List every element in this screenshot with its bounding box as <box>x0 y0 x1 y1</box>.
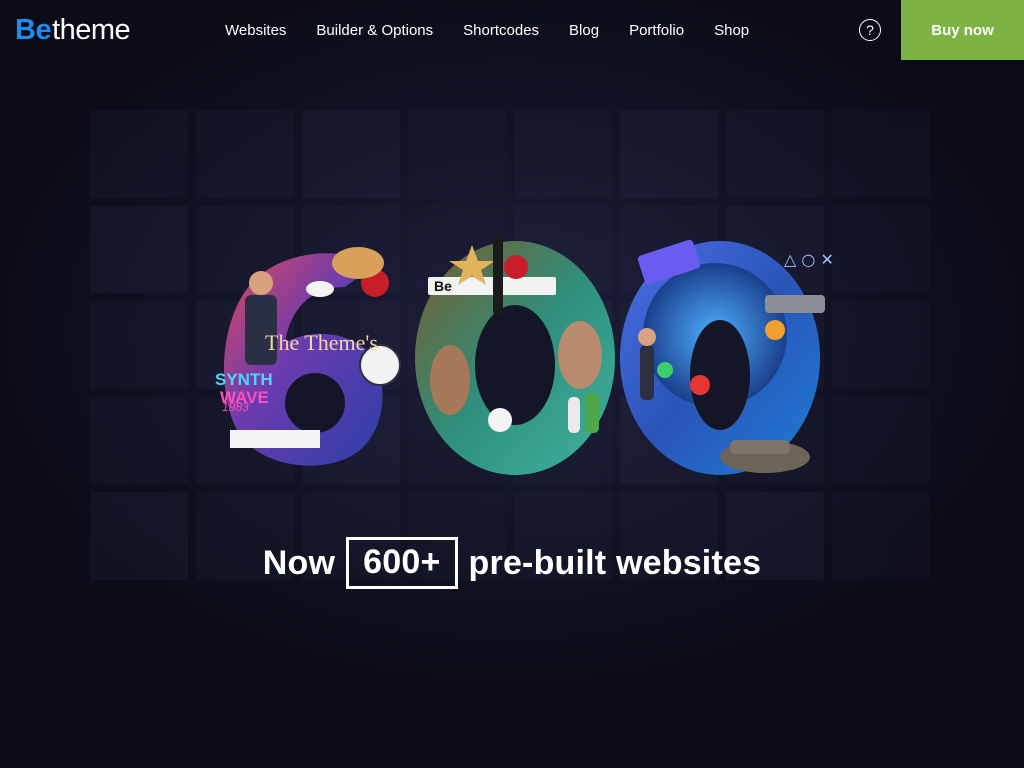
nav-item-shop[interactable]: Shop <box>699 22 764 39</box>
year-label: 1983 <box>222 400 249 414</box>
pizza-decoration <box>332 247 384 279</box>
page: Be theme Websites Builder & Options Shor… <box>0 0 1024 768</box>
600-collage-image: The Theme's SYNTH WAVE 1983 Be △ ○ ✕ <box>215 237 834 475</box>
piano-keys-decoration <box>230 430 320 448</box>
main-nav: Websites Builder & Options Shortcodes Bl… <box>210 0 764 60</box>
buy-now-button[interactable]: Buy now <box>901 0 1024 60</box>
woman-face-decoration <box>558 321 602 389</box>
person-with-phone-decoration <box>640 345 654 400</box>
headline-pre-built-websites: pre-built websites <box>468 543 762 582</box>
betheme-logo[interactable]: Be theme <box>15 14 131 46</box>
nav-item-builder-options[interactable]: Builder & Options <box>301 22 448 39</box>
digit-six: The Theme's SYNTH WAVE 1983 <box>215 247 401 466</box>
sitting-woman-decoration <box>430 345 470 415</box>
coffee-cup-decoration <box>306 281 334 297</box>
be-badge: Be <box>434 278 452 294</box>
digit-zero-right: △ ○ ✕ <box>620 239 834 475</box>
nav-item-websites[interactable]: Websites <box>210 22 301 39</box>
flower-decoration <box>488 408 512 432</box>
synth-label: SYNTH <box>215 370 273 389</box>
bottle-decoration <box>493 237 503 315</box>
headline-now: Now <box>262 543 336 582</box>
site-header: Be theme Websites Builder & Options Shor… <box>0 0 1024 60</box>
hero-headline: Now 600+ pre-built websites <box>0 537 1024 589</box>
the-themes-label: The Theme's <box>265 330 378 355</box>
satellite-decoration <box>765 295 825 313</box>
nav-item-blog[interactable]: Blog <box>554 22 614 39</box>
nav-item-shortcodes[interactable]: Shortcodes <box>448 22 554 39</box>
play-button-decoration <box>690 375 710 395</box>
logo-be: Be <box>15 14 52 46</box>
logo-theme: theme <box>52 14 131 46</box>
shapes-decoration: △ ○ ✕ <box>784 250 834 269</box>
digit-zero-middle: Be <box>415 237 615 475</box>
help-icon[interactable]: ? <box>859 19 881 41</box>
nav-item-portfolio[interactable]: Portfolio <box>614 22 699 39</box>
headline-600-box: 600+ <box>346 537 458 589</box>
cosmetics-decoration <box>585 393 599 433</box>
